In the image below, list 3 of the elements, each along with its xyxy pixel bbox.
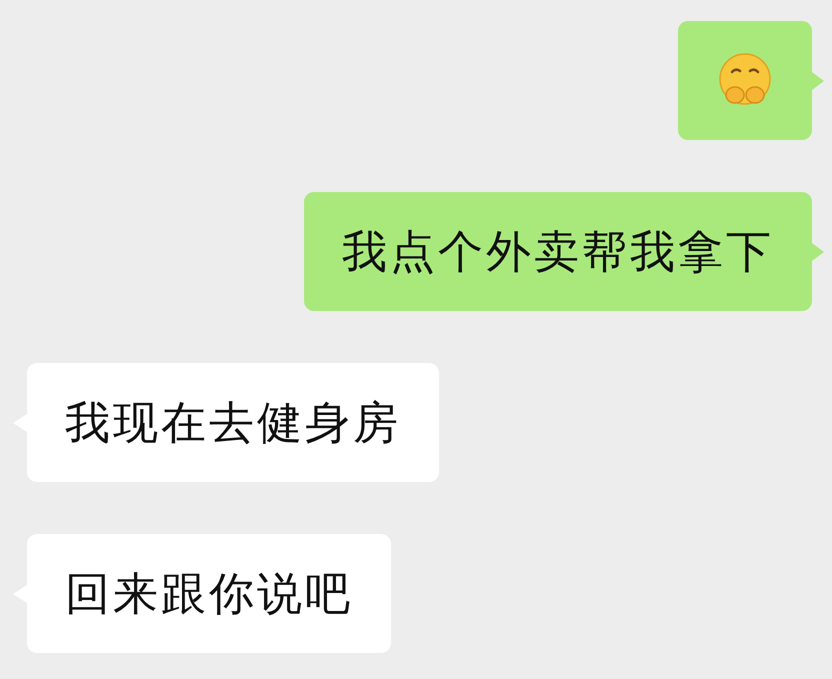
message-text: 回来跟你说吧	[65, 566, 353, 622]
message-text: 我点个外卖帮我拿下	[342, 224, 774, 280]
message-text: 我现在去健身房	[65, 394, 401, 450]
